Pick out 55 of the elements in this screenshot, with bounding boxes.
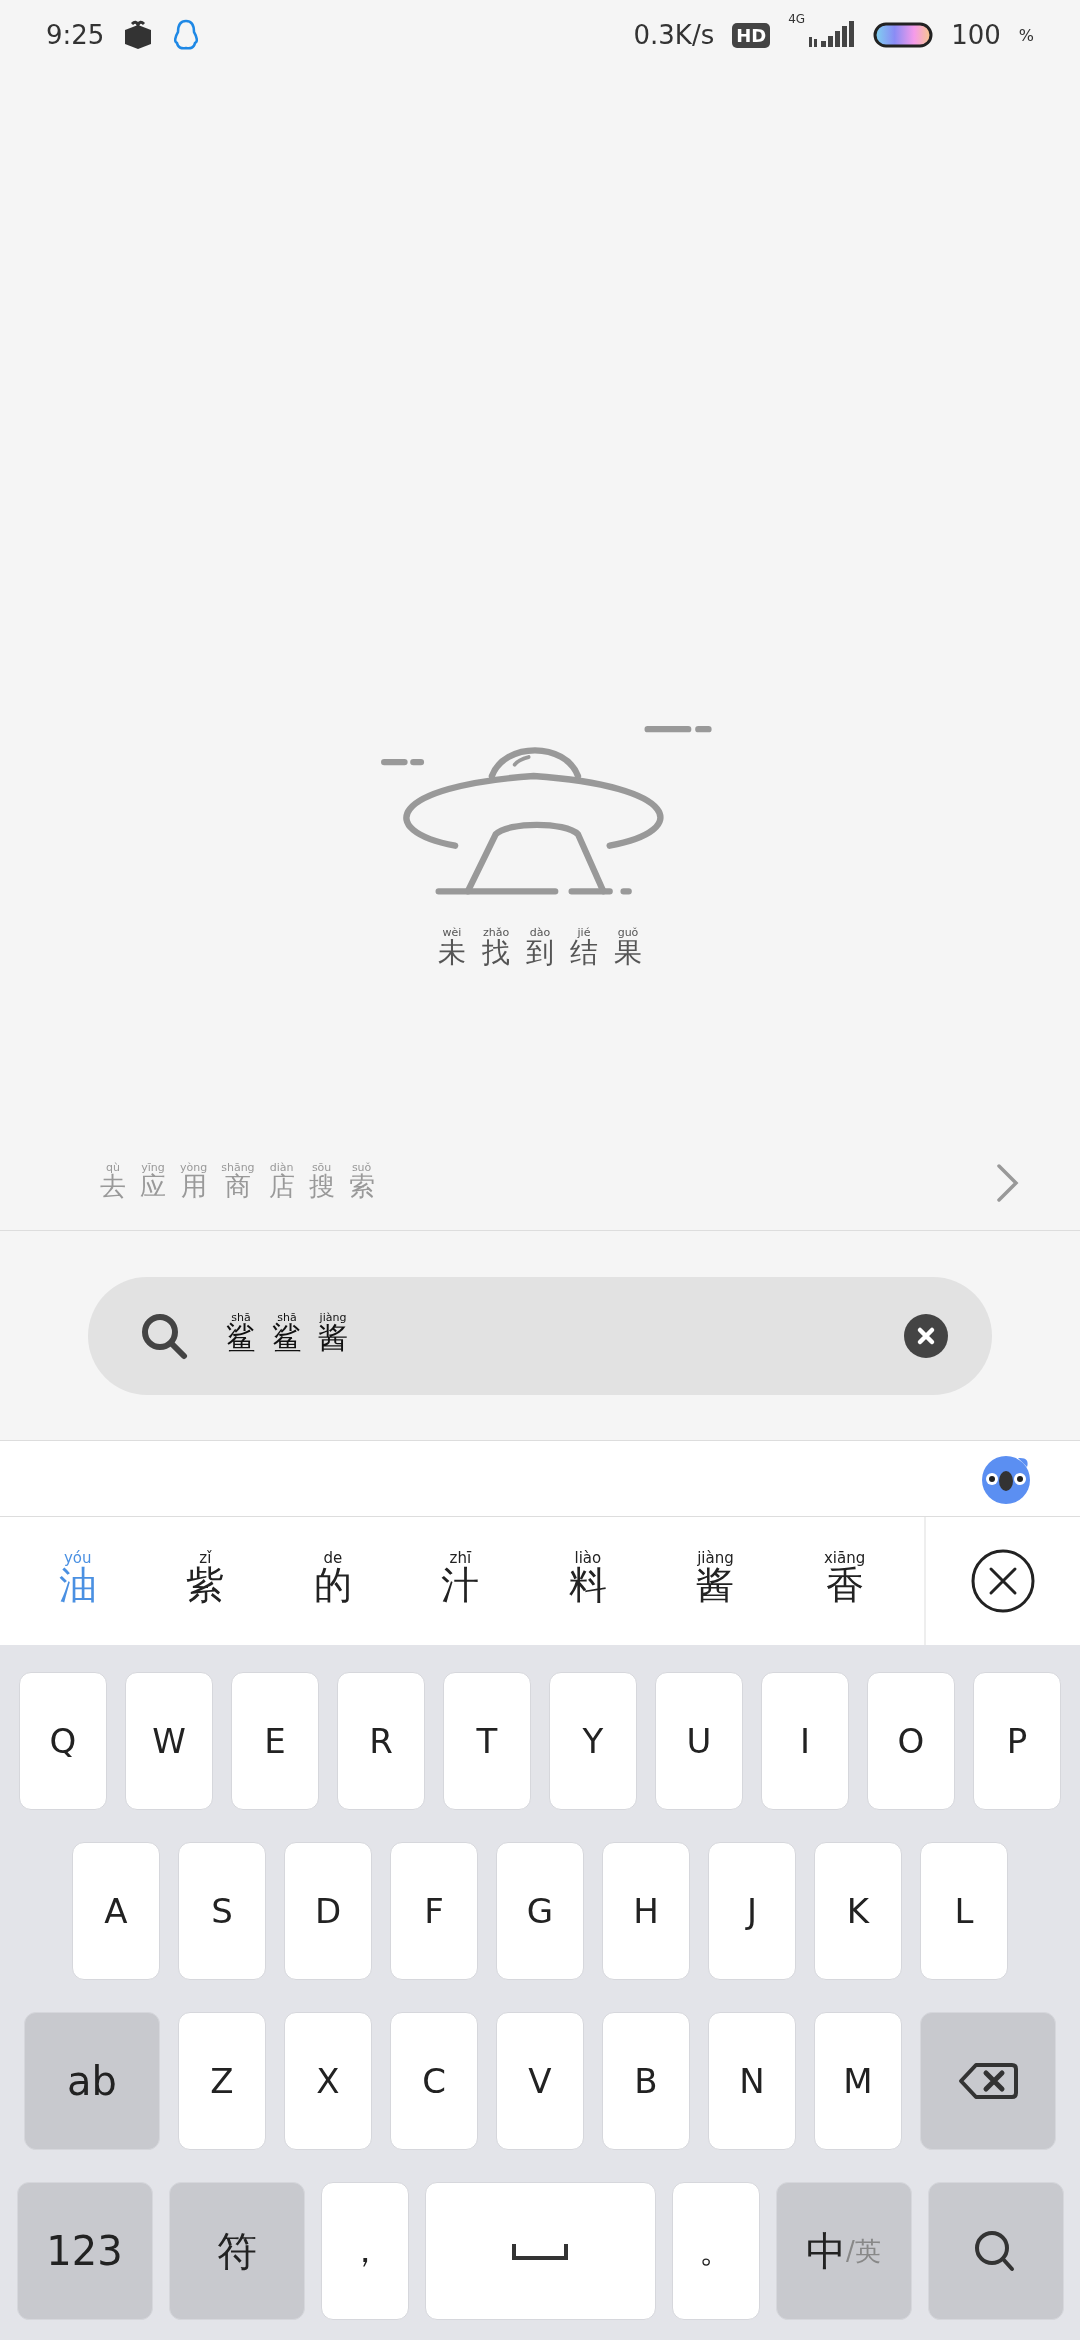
key[interactable]: O [867, 1672, 955, 1810]
key[interactable]: F [390, 1842, 478, 1980]
key[interactable]: T [443, 1672, 531, 1810]
key[interactable]: P [973, 1672, 1061, 1810]
clear-button[interactable] [904, 1313, 948, 1358]
network-speed: 0.3K/s [633, 20, 715, 50]
penguin-icon [172, 19, 201, 51]
candidate-word[interactable]: 香 xiāng [823, 1551, 866, 1611]
key[interactable]: E [231, 1672, 319, 1810]
network-type: 4G [788, 12, 806, 26]
language-switch-key[interactable]: 中/英 [775, 2182, 912, 2320]
key[interactable]: I [761, 1672, 849, 1810]
key[interactable]: W [125, 1672, 213, 1810]
key[interactable]: A [72, 1842, 160, 1980]
backspace-key[interactable] [920, 2012, 1056, 2150]
function-key[interactable]: 符 [168, 2182, 305, 2320]
key[interactable]: U [655, 1672, 743, 1810]
candidate-word[interactable]: 料 liào [568, 1551, 607, 1611]
search-icon [140, 1311, 188, 1360]
key[interactable]: N [708, 2012, 796, 2150]
signal-icon [809, 21, 856, 49]
search-key[interactable] [927, 2182, 1064, 2320]
key[interactable]: M [814, 2012, 902, 2150]
candidate-word[interactable]: 的 de [313, 1551, 352, 1611]
candidate-word[interactable]: 汁 zhī [441, 1551, 480, 1611]
key[interactable]: B [602, 2012, 690, 2150]
function-key[interactable]: ab [24, 2012, 160, 2150]
candidate-word[interactable]: 紫 zǐ [186, 1551, 225, 1611]
key[interactable]: S [178, 1842, 266, 1980]
key[interactable]: R [337, 1672, 425, 1810]
clock-time: 9:25 [46, 20, 105, 50]
key[interactable]: Y [549, 1672, 637, 1810]
key[interactable]: ， [320, 2182, 409, 2320]
key[interactable]: K [814, 1842, 902, 1980]
close-candidates-button[interactable] [970, 1548, 1036, 1614]
key[interactable]: V [496, 2012, 584, 2150]
key[interactable]: G [496, 1842, 584, 1980]
key[interactable]: J [708, 1842, 796, 1980]
key[interactable]: H [602, 1842, 690, 1980]
chevron-right-icon[interactable] [996, 1163, 1020, 1203]
percent-sign: % [1018, 25, 1034, 45]
search-field[interactable]: 鲨 shā 鲨 shā 酱 jiàng [88, 1276, 992, 1395]
hd-badge: HD [732, 22, 771, 48]
key[interactable]: C [390, 2012, 478, 2150]
key[interactable]: Q [19, 1672, 107, 1810]
key[interactable]: D [284, 1842, 372, 1980]
key[interactable]: 。 [671, 2182, 760, 2320]
candidate-word[interactable]: 酱 jiàng [696, 1551, 735, 1611]
key[interactable]: X [284, 2012, 372, 2150]
key[interactable]: Z [178, 2012, 266, 2150]
function-key[interactable]: 123 [16, 2182, 153, 2320]
battery-level: 100 [951, 20, 1001, 50]
battery-icon [873, 21, 934, 49]
no-results-message: 未 wèi 找 zhǎo 到 dào 结 jié 果 guǒ [438, 927, 642, 971]
key[interactable]: L [920, 1842, 1008, 1980]
